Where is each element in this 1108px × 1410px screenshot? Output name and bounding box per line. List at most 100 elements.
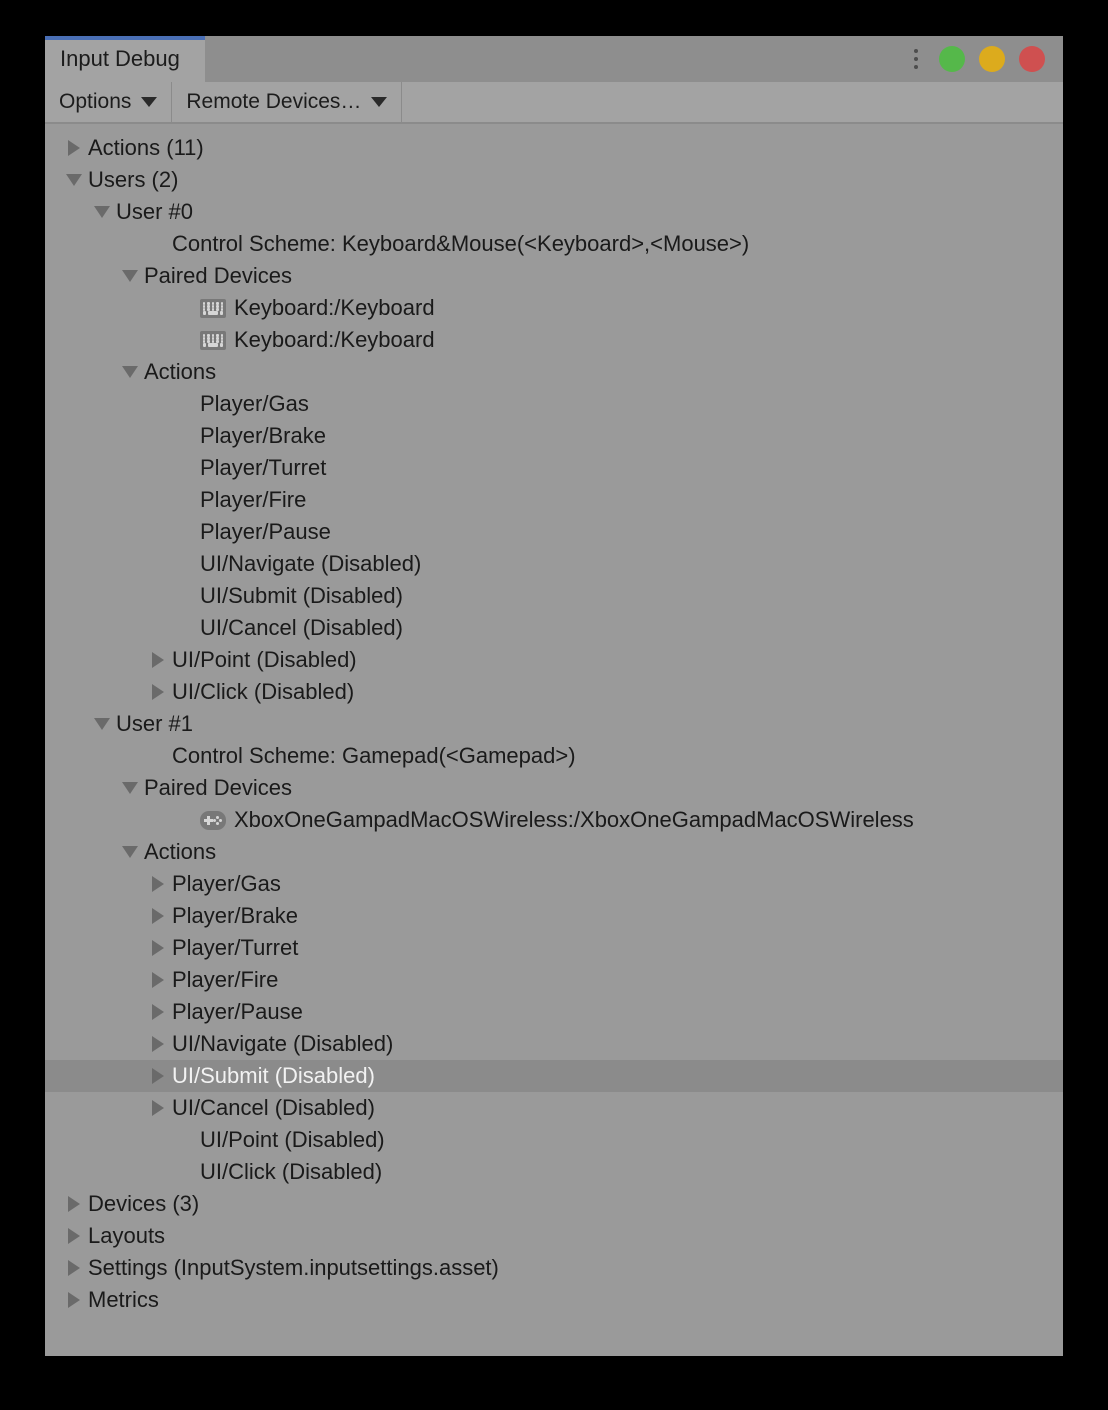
tab-label: Input Debug — [60, 46, 180, 71]
tree-row[interactable]: Player/Gas — [45, 388, 1063, 420]
chevron-right-icon[interactable] — [144, 972, 172, 988]
chevron-right-icon[interactable] — [60, 1260, 88, 1276]
minimize-button[interactable] — [979, 46, 1005, 72]
tree-row[interactable]: Player/Gas — [45, 868, 1063, 900]
chevron-right-glyph — [152, 1100, 164, 1116]
chevron-right-icon[interactable] — [144, 1068, 172, 1084]
chevron-down-icon[interactable] — [116, 846, 144, 858]
chevron-down-icon[interactable] — [60, 174, 88, 186]
tree-row-label: User #1 — [116, 711, 194, 736]
tree-row[interactable]: Metrics — [45, 1284, 1063, 1316]
close-button[interactable] — [1019, 46, 1045, 72]
tree-row-label: UI/Cancel (Disabled) — [172, 1095, 375, 1120]
gamepad-icon — [200, 810, 226, 830]
window-toolbar: Options Remote Devices… — [45, 82, 1063, 124]
tree-row[interactable]: UI/Click (Disabled) — [45, 676, 1063, 708]
tree-row[interactable]: Actions — [45, 836, 1063, 868]
chevron-right-icon[interactable] — [144, 652, 172, 668]
chevron-right-glyph — [68, 1228, 80, 1244]
tree-row[interactable]: Actions (11) — [45, 132, 1063, 164]
chevron-down-glyph — [94, 206, 110, 218]
tree-row-label: Player/Fire — [200, 487, 307, 512]
chevron-down-glyph — [66, 174, 82, 186]
tree-row-label: Devices (3) — [88, 1191, 200, 1216]
tree-row[interactable]: Player/Pause — [45, 996, 1063, 1028]
tree-row[interactable]: UI/Submit (Disabled) — [45, 580, 1063, 612]
tree-row[interactable]: Devices (3) — [45, 1188, 1063, 1220]
tree-row[interactable]: UI/Navigate (Disabled) — [45, 548, 1063, 580]
tree-row[interactable]: UI/Navigate (Disabled) — [45, 1028, 1063, 1060]
tree-row[interactable]: Player/Brake — [45, 420, 1063, 452]
keyboard-icon — [200, 298, 226, 318]
chevron-down-icon[interactable] — [116, 782, 144, 794]
tree-row[interactable]: UI/Point (Disabled) — [45, 1124, 1063, 1156]
chevron-down-icon[interactable] — [88, 718, 116, 730]
tree-row[interactable]: Player/Fire — [45, 964, 1063, 996]
chevron-right-glyph — [152, 908, 164, 924]
options-dropdown[interactable]: Options — [45, 82, 173, 122]
chevron-right-icon[interactable] — [60, 1196, 88, 1212]
chevron-down-icon[interactable] — [116, 366, 144, 378]
tree-row[interactable]: UI/Submit (Disabled) — [45, 1060, 1063, 1092]
maximize-button[interactable] — [939, 46, 965, 72]
chevron-down-icon[interactable] — [88, 206, 116, 218]
tree-row-label: Player/Turret — [200, 455, 327, 480]
tree-row-label: Player/Fire — [172, 967, 279, 992]
tree-row[interactable]: Keyboard:/Keyboard — [45, 292, 1063, 324]
chevron-right-icon[interactable] — [144, 1100, 172, 1116]
tree-row[interactable]: UI/Cancel (Disabled) — [45, 1092, 1063, 1124]
tree-row[interactable]: User #1 — [45, 708, 1063, 740]
chevron-right-glyph — [152, 1036, 164, 1052]
tree-row[interactable]: Actions — [45, 356, 1063, 388]
tree-row-label: UI/Navigate (Disabled) — [172, 1031, 394, 1056]
tree-row[interactable]: Settings (InputSystem.inputsettings.asse… — [45, 1252, 1063, 1284]
tree-row-label: Keyboard:/Keyboard — [234, 295, 435, 320]
chevron-down-icon[interactable] — [116, 270, 144, 282]
chevron-right-icon[interactable] — [60, 1228, 88, 1244]
tree-row[interactable]: Player/Brake — [45, 900, 1063, 932]
tab-input-debug[interactable]: Input Debug — [45, 36, 205, 82]
tree-row-label: Player/Turret — [172, 935, 299, 960]
tree-row-label: User #0 — [116, 199, 194, 224]
remote-devices-dropdown[interactable]: Remote Devices… — [172, 82, 403, 122]
debug-tree[interactable]: Actions (11) Users (2) User #0 Control Sche… — [45, 124, 1063, 1356]
tree-row[interactable]: UI/Point (Disabled) — [45, 644, 1063, 676]
tree-row-label: UI/Point (Disabled) — [172, 647, 357, 672]
tree-row[interactable]: Paired Devices — [45, 260, 1063, 292]
tree-row[interactable]: Control Scheme: Keyboard&Mouse(<Keyboard… — [45, 228, 1063, 260]
tree-row[interactable]: Player/Turret — [45, 452, 1063, 484]
chevron-right-icon[interactable] — [144, 876, 172, 892]
chevron-right-glyph — [68, 1292, 80, 1308]
tree-row-label: Metrics — [88, 1287, 159, 1312]
chevron-right-glyph — [152, 1068, 164, 1084]
chevron-right-icon[interactable] — [60, 140, 88, 156]
tree-row[interactable]: Keyboard:/Keyboard — [45, 324, 1063, 356]
tree-row[interactable]: Paired Devices — [45, 772, 1063, 804]
chevron-right-icon[interactable] — [144, 908, 172, 924]
tree-row[interactable]: XboxOneGampadMacOSWireless:/XboxOneGampa… — [45, 804, 1063, 836]
tree-row[interactable]: UI/Click (Disabled) — [45, 1156, 1063, 1188]
tree-row[interactable]: Layouts — [45, 1220, 1063, 1252]
chevron-right-glyph — [152, 876, 164, 892]
tree-row[interactable]: Users (2) — [45, 164, 1063, 196]
chevron-right-icon[interactable] — [144, 1036, 172, 1052]
tree-row-label: Paired Devices — [144, 263, 292, 288]
chevron-right-icon[interactable] — [144, 1004, 172, 1020]
window-controls — [907, 36, 1045, 82]
kebab-menu-icon[interactable] — [907, 47, 925, 71]
tree-row[interactable]: Player/Pause — [45, 516, 1063, 548]
tree-row[interactable]: User #0 — [45, 196, 1063, 228]
tree-row-label: Player/Pause — [172, 999, 303, 1024]
tree-row-label: Actions — [144, 839, 217, 864]
chevron-right-icon[interactable] — [144, 940, 172, 956]
chevron-right-glyph — [152, 972, 164, 988]
tree-row[interactable]: Player/Fire — [45, 484, 1063, 516]
tree-row[interactable]: Player/Turret — [45, 932, 1063, 964]
tree-row-label: Control Scheme: Keyboard&Mouse(<Keyboard… — [172, 231, 750, 256]
tree-row[interactable]: UI/Cancel (Disabled) — [45, 612, 1063, 644]
chevron-right-icon[interactable] — [144, 684, 172, 700]
tree-row[interactable]: Control Scheme: Gamepad(<Gamepad>) — [45, 740, 1063, 772]
tree-row-label: XboxOneGampadMacOSWireless:/XboxOneGampa… — [234, 807, 914, 832]
chevron-down-glyph — [122, 846, 138, 858]
chevron-right-icon[interactable] — [60, 1292, 88, 1308]
